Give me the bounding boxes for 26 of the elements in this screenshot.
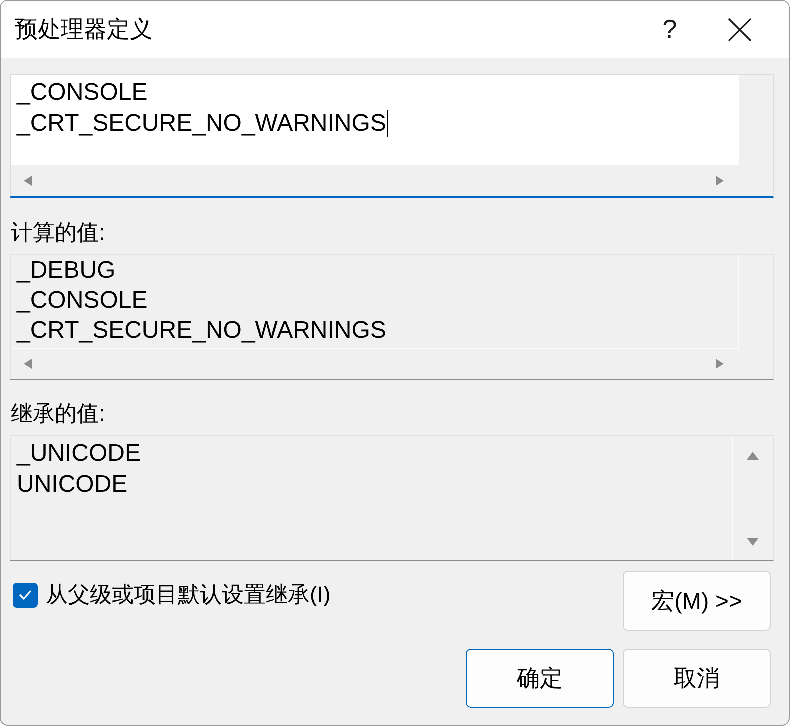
checkbox-label[interactable]: 从父级或项目默认设置继承(I) [46,580,331,610]
scroll-right-arrow-icon[interactable] [716,359,724,369]
text-line: _UNICODE [17,439,142,469]
scroll-down-arrow-icon[interactable] [747,538,759,546]
definitions-field[interactable]: _CONSOLE _CRT_SECURE_NO_WARNINGS [10,74,774,198]
scroll-left-arrow-icon[interactable] [24,359,32,369]
text-line: _DEBUG [17,256,116,286]
text-cursor [387,110,388,137]
help-button[interactable]: ? [640,1,700,58]
text-line: UNICODE [17,470,128,500]
dialog-button[interactable]: 取消 [623,649,771,708]
text-line: _CONSOLE [17,286,148,316]
text-line: _CONSOLE [17,78,148,108]
checkbox[interactable] [13,582,38,608]
text-line: _CRT_SECURE_NO_WARNINGS [17,109,386,139]
window-title: 预处理器定义 [15,15,154,44]
field-label: 继承的值: [11,400,106,428]
checkmark-icon [19,590,32,600]
macros-button[interactable]: 宏(M) >> [623,571,771,631]
text-line: _CRT_SECURE_NO_WARNINGS [17,316,386,346]
scroll-left-arrow-icon[interactable] [24,176,32,186]
field-label: 计算的值: [11,219,106,247]
scroll-right-arrow-icon[interactable] [716,176,724,186]
scroll-up-arrow-icon[interactable] [747,452,759,460]
close-icon [728,18,752,42]
dialog-button[interactable]: 确定 [466,649,614,708]
